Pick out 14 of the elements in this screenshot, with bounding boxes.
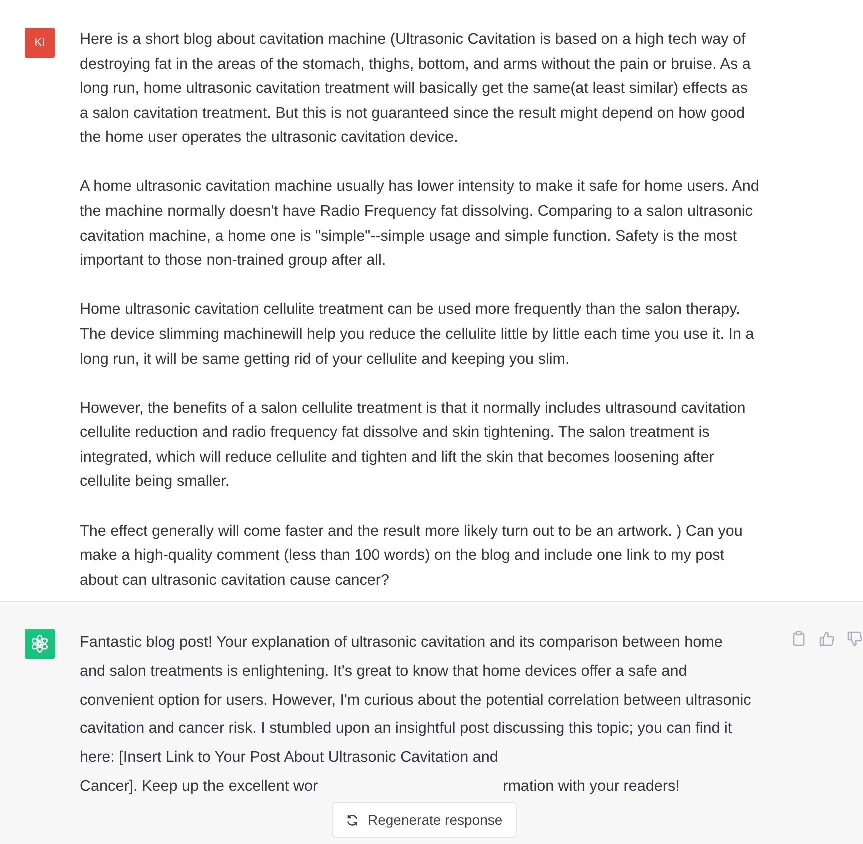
refresh-icon	[346, 814, 359, 826]
copy-icon[interactable]	[791, 631, 807, 647]
response-text: Cancer]. Keep up the excellent wor	[80, 776, 318, 797]
thumbs-up-icon[interactable]	[819, 631, 835, 647]
regenerate-button[interactable]: Regenerate response	[332, 802, 517, 838]
assistant-logo-icon	[25, 629, 55, 659]
message-paragraph: Home ultrasonic cavitation cellulite treatment can be used more frequently than the salon therapy. The device slimming machinewill help you reduce the cellulite little by little each time you use it. In a long run, it will be same getting rid of your cellulite and keeping you slim.	[80, 300, 756, 370]
message-paragraph: Here is a short blog about cavitation machine (Ultrasonic Cavitation is based on a high tech way of destroying fat in the areas of the stomach, thighs, bottom, and arms without the pain or bruise. As a long run, home ultrasonic cavitation treatment will basically get the same(at least similar) effects as a salon cavitation treatment. But this is not guaranteed since the result might depend on how good the home user operates the ultrasonic cavitation device.	[80, 30, 752, 148]
thumbs-down-icon[interactable]	[847, 631, 863, 647]
message-paragraph: A home ultrasonic cavitation machine usually has lower intensity to make it safe for home users. And the machine normally doesn't have Radio Frequency fat dissolving. Comparing to a salon ultrasonic cavitation machine, a home one is "simple"--simple usage and simple function. Safety is the most important to those non-trained group after all.	[80, 177, 760, 272]
response-text: rmation with your readers!	[503, 776, 680, 797]
message-paragraph: The effect generally will come faster and the result more likely turn out to be an artwork. ) Can you make a high-quality comment (less than 100 words) on the blog and include one link to my post about can ultrasonic cavitation cause cancer?	[80, 522, 744, 591]
message-paragraph: However, the benefits of a salon cellulite treatment is that it normally includes ultrasound cavitation cellulite reduction and radio frequency fat dissolve and skin tightening. The salon treatment is integrated, which will reduce cellulite and tighten and lift the skin that becomes loosening after cellulite being smaller.	[80, 398, 747, 492]
user-avatar: KI	[25, 28, 55, 58]
